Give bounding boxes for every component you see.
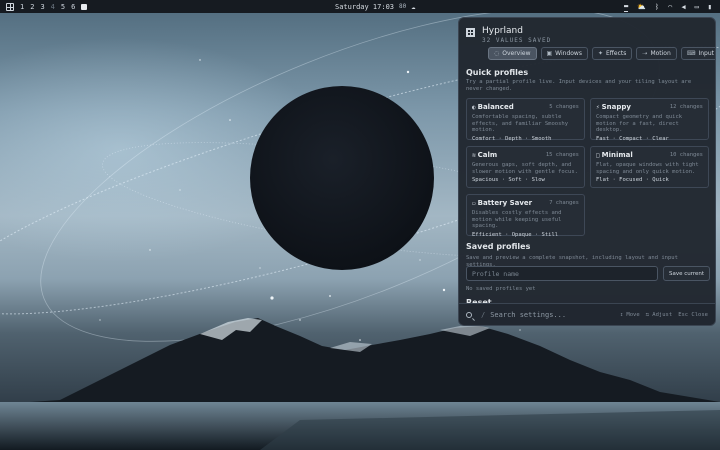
overview-icon: ◌ [494, 50, 500, 57]
profile-desc: Compact geometry and quick motion for a … [596, 114, 683, 133]
profile-tags: Spacious · Soft · Slow [472, 177, 545, 183]
windows-icon: ▣ [546, 50, 553, 57]
cloud-upload-icon[interactable]: ⛅ [637, 3, 646, 11]
hint-close: Esc Close [678, 311, 708, 318]
panel-footer: / ↕ Move ⇆ Adjust Esc Close [459, 303, 715, 325]
tab-overview[interactable]: ◌ Overview [488, 47, 537, 60]
profile-desc: Generous gaps, soft depth, and slower mo… [472, 162, 578, 175]
keyboard-hints: ↕ Move ⇆ Adjust Esc Close [620, 312, 708, 318]
profile-name: Balanced [477, 103, 514, 111]
slash-icon: / [481, 310, 486, 319]
tab-label: Overview [502, 50, 531, 57]
battery-icon[interactable]: ▮ [708, 3, 712, 11]
active-window-icon[interactable] [81, 3, 88, 10]
profile-card-calm[interactable]: ≋ Calm 15 changes Generous gaps, soft dep… [466, 146, 585, 188]
workspace-6[interactable]: 6 [71, 3, 75, 11]
square-icon: □ [596, 152, 600, 159]
no-saved-profiles-text: No saved profiles yet [466, 286, 536, 292]
panel-title: Hyprland [482, 26, 523, 36]
monitor-icon[interactable]: ▭ [695, 3, 699, 11]
screen-icon[interactable]: ▬ [623, 2, 629, 12]
workspace-5[interactable]: 5 [61, 3, 65, 11]
profile-name: Snappy [601, 103, 631, 111]
profile-change-count: 12 changes [669, 104, 703, 110]
bluetooth-icon[interactable]: ᛒ [655, 3, 659, 11]
balanced-icon: ◐ [472, 104, 476, 111]
tab-label: Windows [555, 50, 582, 57]
system-tray: ▬ ⛅ ᛒ ◠ ◀ ▭ ▮ [623, 0, 712, 13]
save-current-button[interactable]: Save current [663, 266, 710, 281]
tab-motion[interactable]: ⇢ Motion [636, 47, 677, 60]
saved-profiles-title: Saved profiles [466, 242, 531, 251]
workspace-1[interactable]: 1 [20, 3, 24, 11]
volume-icon[interactable]: ◀ [681, 3, 685, 11]
lightning-icon: ⚡ [596, 104, 600, 111]
profile-change-count: 10 changes [669, 152, 703, 158]
clock-extra: 80 [399, 3, 407, 10]
profile-name: Minimal [601, 151, 633, 159]
search-input[interactable] [490, 310, 611, 319]
top-bar: 1 2 3 4 5 6 Saturday 17:03 80 ☁ ▬ ⛅ ᛒ ◠ … [0, 0, 720, 13]
profile-card-balanced[interactable]: ◐ Balanced 5 changes Comfortable spacing,… [466, 98, 585, 142]
hyprland-settings-panel: Hyprland 32 VALUES SAVED ◌ Overview ▣ Wi… [458, 17, 716, 326]
input-icon: ⌨ [686, 50, 696, 57]
workspace-4[interactable]: 4 [51, 3, 55, 11]
profile-change-count: 15 changes [545, 152, 579, 158]
tab-label: Effects [606, 50, 627, 57]
waves-icon: ≋ [472, 152, 476, 159]
profile-card-battery-saver[interactable]: ▭ Battery Saver 7 changes Disables costly… [466, 194, 585, 238]
effects-icon: ✦ [597, 50, 603, 57]
hyprland-logo-icon [466, 28, 475, 37]
profile-card-minimal[interactable]: □ Minimal 10 changes Flat, opaque windows… [590, 146, 709, 188]
tab-input[interactable]: ⌨ Input [680, 47, 715, 60]
wifi-icon[interactable]: ◠ [668, 3, 672, 11]
profile-name-input[interactable] [466, 266, 658, 281]
quick-profiles-desc: Try a partial profile live. Input device… [466, 79, 692, 92]
hint-adjust: ⇆ Adjust [645, 311, 673, 318]
battery-icon: ▭ [472, 200, 476, 207]
profile-desc: Disables costly effects and motion while… [472, 210, 562, 229]
clock-area[interactable]: Saturday 17:03 80 ☁ [335, 0, 415, 13]
profile-tags: Comfort · Depth · Smooth [472, 135, 552, 142]
tab-label: Input [698, 50, 714, 57]
workspace-2[interactable]: 2 [30, 3, 34, 11]
profile-tags: Efficient · Opaque · Still [472, 231, 559, 238]
tab-windows[interactable]: ▣ Windows [540, 47, 588, 60]
app-launcher-icon[interactable] [6, 2, 14, 11]
panel-header: Hyprland 32 VALUES SAVED [466, 26, 551, 44]
values-saved-count: 32 VALUES SAVED [482, 37, 552, 44]
workspace-switcher: 1 2 3 4 5 6 [6, 2, 88, 11]
clock: Saturday 17:03 [335, 2, 395, 11]
profile-desc: Flat, opaque windows with tight spacing … [596, 162, 699, 175]
tab-label: Motion [650, 50, 671, 57]
search-icon [466, 311, 472, 318]
motion-icon: ⇢ [642, 50, 648, 57]
profile-name: Calm [477, 151, 498, 159]
quick-profiles-title: Quick profiles [466, 68, 529, 77]
profile-name: Battery Saver [477, 199, 533, 207]
profile-tags: Fast · Compact · Clear [596, 135, 669, 142]
profile-change-count: 5 changes [549, 104, 579, 110]
profile-tags: Flat · Focused · Quick [596, 177, 669, 183]
tab-effects[interactable]: ✦ Effects [591, 47, 633, 60]
profile-change-count: 7 changes [549, 200, 579, 206]
cloud-icon: ☁ [411, 2, 416, 11]
hint-move: ↕ Move [619, 311, 640, 318]
workspace-3[interactable]: 3 [40, 3, 44, 11]
settings-tabs: ◌ Overview ▣ Windows ✦ Effects ⇢ Motion … [488, 47, 715, 60]
profile-card-snappy[interactable]: ⚡ Snappy 12 changes Compact geometry and … [590, 98, 709, 142]
profile-desc: Comfortable spacing, subtle effects, and… [472, 114, 569, 133]
